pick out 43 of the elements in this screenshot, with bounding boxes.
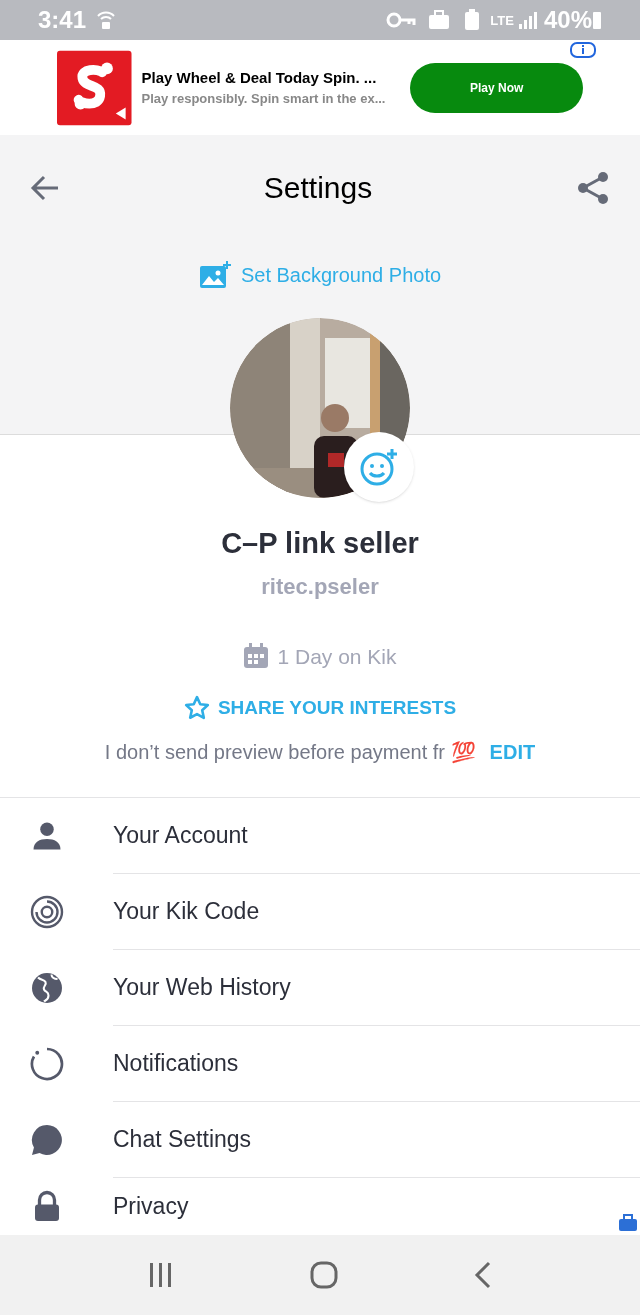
username: ritec.pseler (261, 572, 379, 601)
settings-menu-item[interactable]: Your Account (0, 797, 640, 874)
wifi-lock-icon (96, 9, 117, 31)
back-icon[interactable] (474, 1261, 492, 1289)
display-name: C–P link seller (221, 526, 419, 561)
menu-label: Privacy (113, 1192, 189, 1221)
settings-menu-item[interactable]: Your Web History (0, 949, 640, 1026)
key-icon (386, 12, 417, 28)
loading-ring-icon (28, 1045, 65, 1082)
info-icon[interactable] (570, 42, 596, 58)
ad-title: Play Wheel & Deal Today Spin. ... (141, 67, 378, 88)
add-emoji-button[interactable] (344, 432, 414, 502)
play-now-button[interactable]: Play Now (410, 62, 583, 113)
settings-menu-item[interactable]: Chat Settings (0, 1101, 640, 1178)
smiley-plus-icon (359, 447, 399, 487)
briefcase-icon (618, 1214, 638, 1232)
page-title: Settings (263, 170, 373, 206)
ad-subtitle: Play responsibly. Spin smart in the ex... (141, 90, 387, 108)
signal-icon (517, 10, 538, 30)
star-icon[interactable] (183, 695, 210, 722)
calendar-icon (243, 643, 270, 670)
battery-icon (592, 10, 602, 30)
network-type: LTE (490, 13, 514, 27)
app-logo-icon (57, 49, 132, 126)
briefcase-icon (428, 10, 451, 30)
back-arrow-icon[interactable] (30, 174, 60, 201)
home-icon[interactable] (310, 1261, 338, 1289)
share-icon[interactable] (576, 170, 610, 205)
kik-code-icon (28, 893, 65, 930)
settings-menu-item[interactable]: Privacy (0, 1177, 640, 1235)
menu-label: Your Web History (113, 972, 291, 1002)
menu-label: Notifications (113, 1048, 239, 1078)
battery-saver-icon (464, 9, 481, 31)
battery-percent: 40% (543, 5, 592, 35)
recent-apps-icon[interactable] (148, 1262, 174, 1288)
clock: 3:41 (38, 5, 87, 35)
settings-menu-item[interactable]: Your Kik Code (0, 873, 640, 950)
join-duration: 1 Day on Kik (277, 643, 397, 670)
menu-label: Chat Settings (113, 1124, 252, 1154)
menu-label: Your Account (113, 820, 248, 850)
settings-menu-item[interactable]: Notifications (0, 1025, 640, 1102)
bio-text: I don’t send preview before payment fr 💯 (104, 739, 476, 765)
menu-label: Your Kik Code (113, 896, 260, 926)
